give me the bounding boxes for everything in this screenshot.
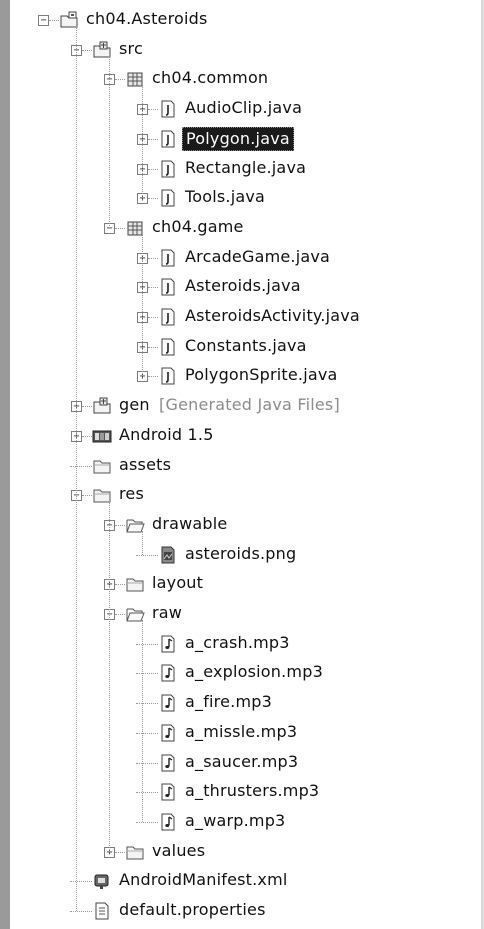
collapse-toggle[interactable]: − [38,15,49,26]
tree-connector [148,168,158,170]
tree-connector [115,614,125,615]
java-file-icon [158,248,178,268]
java-file-icon [158,337,178,357]
tree-connector [136,673,158,675]
java-file-icon [158,188,178,208]
tree-connector [136,792,158,794]
tree-guide-line [109,501,110,852]
audio-file-icon [158,812,178,832]
tree-guide-line [142,85,143,199]
library-icon [92,426,112,446]
tree-item-label[interactable]: a_fire.mp3 [182,691,275,713]
image-file-icon [158,545,178,565]
tree-connector [148,346,158,348]
tree-connector [136,732,158,734]
java-file-icon [158,366,178,386]
tree-connector [136,554,158,556]
package-explorer-tree: − ch04.Asteroids − src − ch04.common + AudioCli… [0,0,484,929]
tree-item-label[interactable]: a_crash.mp3 [182,632,293,654]
tree-connector [148,109,158,111]
tree-connector [115,524,125,526]
tree-guide-line [142,530,143,555]
folder-icon [125,842,145,862]
tree-item-label[interactable]: drawable [149,513,230,535]
tree-item-label[interactable]: a_saucer.mp3 [182,751,301,773]
tree-guide-line [142,233,143,377]
tree-connector [115,227,125,229]
tree-item-label[interactable]: a_thrusters.mp3 [182,780,322,802]
folder-icon [92,456,112,476]
tree-connector [136,821,158,823]
tree-item-label[interactable]: asteroids.png [182,543,299,565]
tree-connector [115,584,125,586]
tree-connector [82,406,92,408]
tree-item-label[interactable]: a_missle.mp3 [182,721,300,743]
tree-item-label[interactable]: Android 1.5 [116,424,217,446]
source-folder-icon [92,396,112,416]
tree-connector [136,703,158,705]
tree-item-label[interactable]: PolygonSprite.java [182,364,341,386]
folder-icon [125,574,145,594]
tree-item-label[interactable]: ArcadeGame.java [182,246,333,268]
tree-item-label[interactable]: gen [Generated Java Files] [116,394,343,416]
tree-item-label[interactable]: ch04.game [149,216,247,238]
tree-connector [148,138,158,140]
tree-item-label[interactable]: res [116,483,147,505]
audio-file-icon [158,663,178,683]
properties-file-icon [92,901,112,921]
tree-item-label[interactable]: values [149,840,208,862]
tree-item-label[interactable]: AndroidManifest.xml [116,869,291,891]
tree-connector [82,435,92,437]
audio-file-icon [158,634,178,654]
audio-file-icon [158,723,178,743]
tree-item-label[interactable]: src [116,38,146,60]
audio-file-icon [158,782,178,802]
java-file-icon [158,129,178,149]
tree-guide-line [109,55,110,228]
java-file-icon [158,307,178,327]
tree-item-label[interactable]: a_warp.mp3 [182,810,288,832]
tree-guide-line [76,26,77,911]
tree-item-label[interactable]: raw [149,602,185,624]
tree-connector [70,911,92,912]
java-file-icon [158,99,178,119]
tree-item-label[interactable]: a_explosion.mp3 [182,661,326,683]
tree-item-label[interactable]: ch04.common [149,67,271,89]
tree-connector [70,881,92,883]
tree-item-label[interactable]: Asteroids.java [182,275,304,297]
tree-guide-line [142,620,143,822]
tree-item-label[interactable]: Constants.java [182,335,310,357]
tree-connector [70,465,92,467]
java-file-icon [158,277,178,297]
tree-connector [82,49,92,51]
tree-item-label[interactable]: layout [149,572,206,594]
tree-connector [148,376,158,378]
tree-connector [136,643,158,645]
tree-item-label[interactable]: Rectangle.java [182,157,309,179]
tree-connector [49,20,59,21]
tree-connector [82,495,92,497]
tree-connector [148,257,158,259]
tree-connector [148,198,158,200]
tree-item-label[interactable]: AsteroidsActivity.java [182,305,363,327]
tree-item-label[interactable]: ch04.Asteroids [83,8,211,30]
java-file-icon [158,159,178,179]
tree-item-label[interactable]: default.properties [116,899,269,921]
tree-item-label[interactable]: Tools.java [182,186,268,208]
tree-connector [115,79,125,81]
tree-connector [148,287,158,289]
tree-item-label[interactable]: Polygon.java [182,126,294,151]
manifest-icon [92,871,112,891]
generated-files-note: [Generated Java Files] [153,395,340,415]
tree-item-label[interactable]: AudioClip.java [182,97,305,119]
tree-connector [148,317,158,318]
audio-file-icon [158,753,178,773]
audio-file-icon [158,693,178,713]
tree-item-label[interactable]: assets [116,454,174,476]
tree-connector [136,762,158,764]
tree-connector [115,851,125,853]
